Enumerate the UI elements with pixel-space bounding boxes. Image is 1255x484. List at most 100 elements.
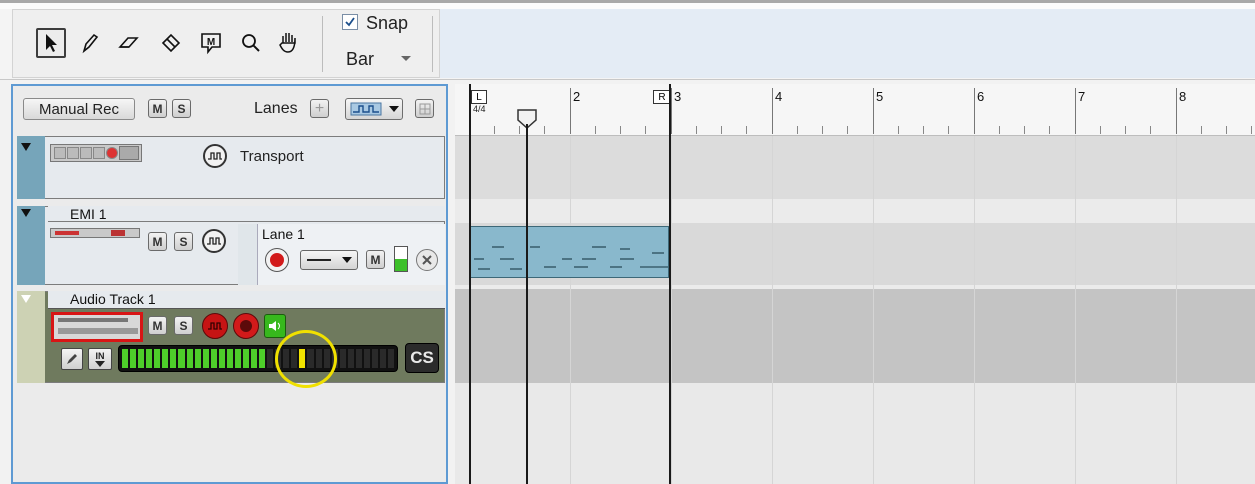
beat-tick (847, 126, 848, 134)
transport-wave-button[interactable] (203, 144, 227, 168)
snap-value: Bar (346, 48, 375, 69)
bar-tick (772, 88, 773, 134)
rewind-icon (53, 147, 66, 159)
audio-cs-button[interactable]: CS (405, 343, 439, 373)
audio-track-name: Audio Track 1 (70, 291, 156, 307)
meter-segment (130, 349, 137, 368)
bar-number: 6 (977, 89, 985, 104)
meter-segment (234, 349, 241, 368)
lane-1-grip[interactable] (238, 224, 258, 285)
header-solo-button[interactable]: S (172, 99, 191, 118)
lane-input-dropdown[interactable] (300, 250, 358, 270)
meter-segment (170, 349, 177, 368)
marker-tool-button[interactable]: M (196, 28, 226, 58)
audio-device-strip[interactable] (51, 312, 143, 342)
emi-mute-button[interactable]: M (148, 232, 167, 251)
checkmark-icon (345, 17, 355, 27)
snap-value-dropdown[interactable]: Bar (342, 46, 422, 72)
audio-monitor-button[interactable] (264, 314, 286, 338)
beat-tick (1201, 126, 1202, 134)
loop-icon (118, 146, 139, 160)
meter-segment (380, 349, 387, 368)
meter-segment (371, 349, 378, 368)
meter-segment (251, 349, 258, 368)
time-signature: 4/4 (473, 104, 486, 114)
zoom-tool-button[interactable] (236, 28, 266, 58)
beat-tick (898, 126, 899, 134)
waveform-icon (207, 237, 221, 245)
pencil-tool-button[interactable] (74, 28, 104, 58)
waveform-icon (208, 152, 222, 160)
meter-segment (178, 349, 185, 368)
snap-label: Snap (366, 13, 409, 33)
left-locator-flag[interactable]: L (471, 90, 487, 104)
bar-tick (873, 88, 874, 134)
audio-track-color-strip (17, 291, 45, 383)
fast-forward-icon (66, 147, 79, 159)
bar-grid-line (873, 136, 874, 484)
audio-edit-button[interactable] (61, 348, 83, 370)
beat-tick (696, 126, 697, 134)
transport-controls-strip[interactable] (50, 144, 142, 162)
lane-delete-button[interactable] (416, 249, 438, 271)
beat-tick (595, 126, 596, 134)
collapse-triangle-icon[interactable] (20, 208, 32, 218)
stop-icon (79, 147, 92, 159)
emi-device-strip[interactable] (50, 228, 140, 238)
beat-tick (746, 126, 747, 134)
beat-tick (1100, 126, 1101, 134)
emi-wave-button[interactable] (202, 229, 226, 253)
lane-mute-button[interactable]: M (366, 250, 385, 269)
meter-segment (154, 349, 161, 368)
audio-record-button[interactable] (233, 313, 259, 339)
lane-options-button[interactable] (415, 99, 434, 118)
bar-tick (1075, 88, 1076, 134)
toolbar-strip (440, 9, 1255, 78)
meter-segment (242, 349, 249, 368)
meter-segment (194, 349, 201, 368)
add-lane-button[interactable]: + (310, 99, 329, 118)
eraser-tool-button[interactable] (114, 28, 144, 58)
split-tool-button[interactable] (156, 28, 186, 58)
meter-fill (395, 259, 407, 271)
meter-segment (339, 349, 346, 368)
right-locator-line (669, 84, 671, 484)
audio-mute-button[interactable]: M (148, 316, 167, 335)
hand-tool-button[interactable] (274, 28, 304, 58)
lane-level-meter (394, 246, 408, 272)
select-tool-button[interactable] (36, 28, 66, 58)
manual-rec-button[interactable]: Manual Rec (23, 98, 135, 120)
snap-checkbox[interactable] (342, 14, 358, 30)
header-mute-button[interactable]: M (148, 99, 167, 118)
meter-segment (162, 349, 169, 368)
playhead-line[interactable] (526, 124, 528, 484)
bar-grid-line (1075, 136, 1076, 484)
audio-input-button[interactable]: IN (88, 348, 112, 370)
audio-meter-segments (122, 349, 395, 368)
bar-grid-line (772, 136, 773, 484)
chevron-down-icon (95, 360, 105, 367)
hand-icon (279, 33, 296, 53)
emi-solo-button[interactable]: S (174, 232, 193, 251)
meter-segment (388, 349, 395, 368)
collapse-triangle-icon[interactable] (20, 294, 32, 304)
beat-tick (797, 126, 798, 134)
bar-number: 3 (674, 89, 682, 104)
beat-tick (620, 126, 621, 134)
beat-tick (822, 126, 823, 134)
meter-segment (259, 349, 266, 368)
chevron-down-icon (388, 106, 399, 112)
audio-wave-button[interactable] (202, 313, 228, 339)
midi-clip[interactable] (469, 226, 669, 278)
collapse-triangle-icon[interactable] (20, 142, 32, 152)
bar-number: 8 (1179, 89, 1187, 104)
beat-tick (1226, 126, 1227, 134)
beat-tick (1125, 126, 1126, 134)
audio-solo-button[interactable]: S (174, 316, 193, 335)
beat-tick (645, 126, 646, 134)
beat-tick (1024, 126, 1025, 134)
lane-record-button[interactable] (265, 248, 289, 272)
chevron-down-icon (401, 56, 412, 61)
lane-type-dropdown[interactable] (345, 98, 403, 120)
emi-track-name: EMI 1 (70, 206, 107, 222)
